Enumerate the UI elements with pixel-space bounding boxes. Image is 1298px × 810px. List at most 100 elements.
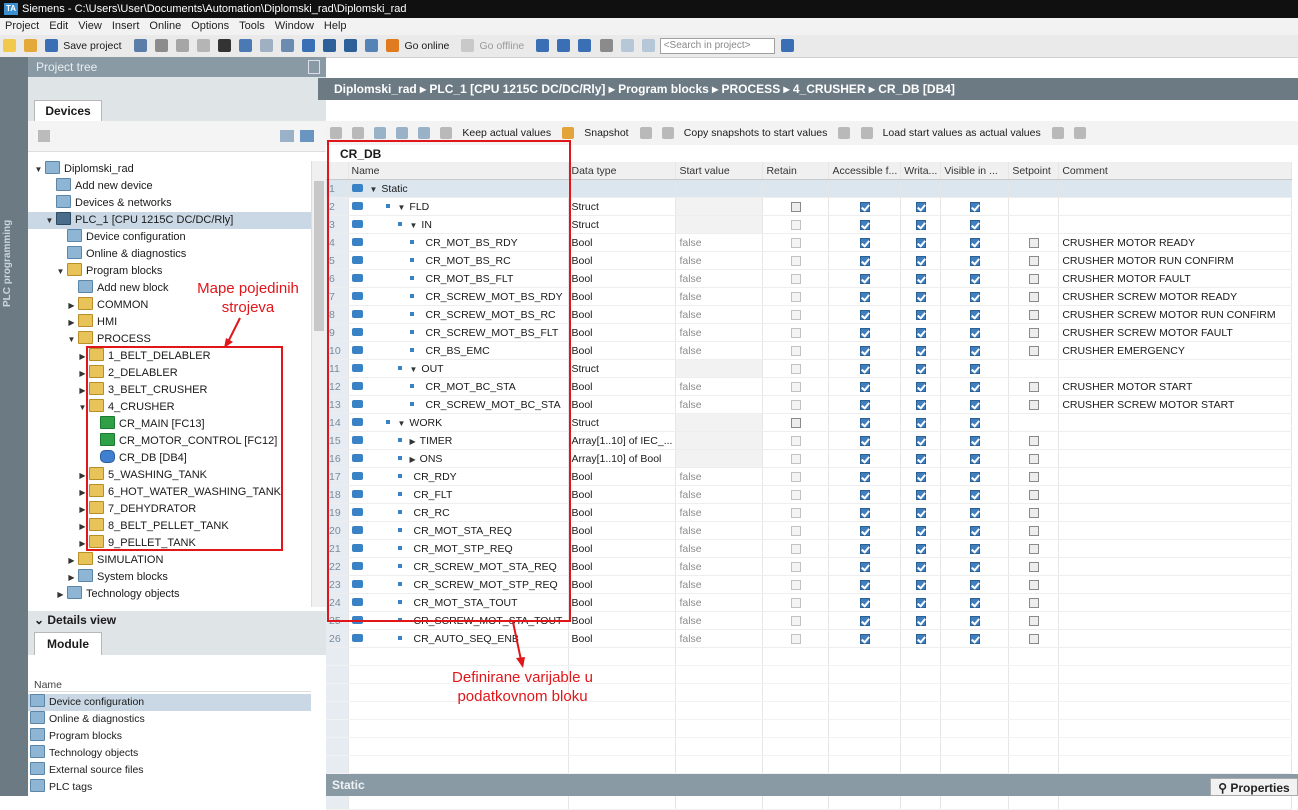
start-value-cell[interactable] bbox=[675, 413, 764, 432]
variable-name-cell[interactable]: CR_MOT_BS_RDY bbox=[348, 233, 569, 252]
comment-cell[interactable]: CRUSHER MOTOR FAULT bbox=[1058, 269, 1293, 288]
variable-name-cell[interactable]: CR_MOT_STP_REQ bbox=[348, 539, 569, 558]
retain-checkbox[interactable] bbox=[790, 435, 801, 446]
collapse-all-icon[interactable] bbox=[396, 127, 409, 139]
split-vertical-icon[interactable] bbox=[641, 39, 655, 52]
column-header-writa[interactable]: Writa... bbox=[900, 162, 942, 180]
start-value-cell[interactable]: false bbox=[675, 377, 764, 396]
data-type-cell[interactable]: Bool bbox=[568, 377, 677, 396]
visible-checkbox[interactable] bbox=[969, 255, 980, 266]
project-tree-scrollbar[interactable] bbox=[311, 161, 327, 607]
retain-checkbox[interactable] bbox=[790, 579, 801, 590]
comment-cell[interactable]: CRUSHER SCREW MOTOR START bbox=[1058, 395, 1293, 414]
tree-item[interactable]: ▶ SIMULATION bbox=[28, 552, 311, 569]
data-type-cell[interactable]: Bool bbox=[568, 467, 677, 486]
writable-checkbox[interactable] bbox=[915, 615, 926, 626]
retain-checkbox[interactable] bbox=[790, 633, 801, 644]
setpoint-checkbox[interactable] bbox=[1028, 525, 1039, 536]
accessible-checkbox[interactable] bbox=[859, 255, 870, 266]
accessible-checkbox[interactable] bbox=[859, 219, 870, 230]
menu-item-project[interactable]: Project bbox=[5, 20, 39, 32]
copy-snapshots-button[interactable]: Copy snapshots to start values bbox=[684, 127, 828, 139]
refresh-tree-icon[interactable] bbox=[300, 130, 314, 142]
variable-name-cell[interactable]: ▶ ONS bbox=[348, 449, 569, 468]
accessible-checkbox[interactable] bbox=[859, 345, 870, 356]
setpoint-checkbox[interactable] bbox=[1028, 345, 1039, 356]
accessible-checkbox[interactable] bbox=[859, 201, 870, 212]
undo-icon[interactable] bbox=[238, 39, 252, 52]
writable-checkbox[interactable] bbox=[915, 525, 926, 536]
overview-icon[interactable] bbox=[38, 130, 50, 142]
variable-name-cell[interactable]: ▼ FLD bbox=[348, 197, 569, 216]
comment-cell[interactable] bbox=[1058, 431, 1293, 450]
table-row[interactable]: 13 CR_SCREW_MOT_BC_STA Bool false CRUSHER SC… bbox=[326, 395, 1293, 414]
data-type-cell[interactable]: Bool bbox=[568, 611, 677, 630]
writable-checkbox[interactable] bbox=[915, 363, 926, 374]
setpoint-checkbox[interactable] bbox=[1028, 381, 1039, 392]
tree-item[interactable]: Add new device bbox=[28, 178, 311, 195]
comment-cell[interactable] bbox=[1058, 557, 1293, 576]
expanded-arrow-icon[interactable]: ▼ bbox=[56, 263, 65, 280]
split-horizontal-icon[interactable] bbox=[620, 39, 634, 52]
variable-name-cell[interactable]: ▼ WORK bbox=[348, 413, 569, 432]
data-type-cell[interactable]: Bool bbox=[568, 323, 677, 342]
table-row[interactable]: 3 ▼ IN Struct bbox=[326, 215, 1293, 234]
visible-checkbox[interactable] bbox=[969, 489, 980, 500]
tree-item[interactable]: ▶ 6_HOT_WATER_WASHING_TANK bbox=[28, 484, 311, 501]
writable-checkbox[interactable] bbox=[915, 399, 926, 410]
data-type-cell[interactable]: Struct bbox=[568, 359, 677, 378]
writable-checkbox[interactable] bbox=[915, 201, 926, 212]
visible-checkbox[interactable] bbox=[969, 201, 980, 212]
comment-cell[interactable] bbox=[1058, 179, 1293, 198]
menu-item-tools[interactable]: Tools bbox=[239, 20, 265, 32]
writable-checkbox[interactable] bbox=[915, 561, 926, 572]
retain-checkbox[interactable] bbox=[790, 471, 801, 482]
search-in-project-input[interactable]: <Search in project> bbox=[659, 38, 775, 54]
table-row[interactable]: 8 CR_SCREW_MOT_BS_RC Bool false CRUSHER SCRE… bbox=[326, 305, 1293, 324]
accessible-checkbox[interactable] bbox=[859, 417, 870, 428]
comment-cell[interactable] bbox=[1058, 413, 1293, 432]
visible-checkbox[interactable] bbox=[969, 597, 980, 608]
upload-icon[interactable] bbox=[344, 39, 358, 52]
visible-checkbox[interactable] bbox=[969, 615, 980, 626]
setpoint-checkbox[interactable] bbox=[1028, 471, 1039, 482]
comment-cell[interactable]: CRUSHER SCREW MOTOR RUN CONFIRM bbox=[1058, 305, 1293, 324]
visible-checkbox[interactable] bbox=[969, 453, 980, 464]
accessible-devices-icon[interactable] bbox=[536, 39, 550, 52]
tree-item[interactable]: ▶ 9_PELLET_TANK bbox=[28, 535, 311, 552]
visible-checkbox[interactable] bbox=[969, 417, 980, 428]
details-list-item[interactable]: Program blocks bbox=[28, 728, 311, 745]
table-row[interactable]: 22 CR_SCREW_MOT_STA_REQ Bool false bbox=[326, 557, 1293, 576]
writable-checkbox[interactable] bbox=[915, 291, 926, 302]
variable-name-cell[interactable]: ▼ Static bbox=[348, 179, 569, 198]
visible-checkbox[interactable] bbox=[969, 633, 980, 644]
tree-item[interactable]: Devices & networks bbox=[28, 195, 311, 212]
variable-name-cell[interactable]: CR_RDY bbox=[348, 467, 569, 486]
writable-checkbox[interactable] bbox=[915, 237, 926, 248]
table-row[interactable]: 14 ▼ WORK Struct bbox=[326, 413, 1293, 432]
collapsed-arrow-icon[interactable]: ▶ bbox=[410, 437, 416, 446]
tree-item[interactable]: CR_DB [DB4] bbox=[28, 450, 311, 467]
setpoint-checkbox[interactable] bbox=[1028, 435, 1039, 446]
writable-checkbox[interactable] bbox=[915, 471, 926, 482]
new-project-icon[interactable] bbox=[3, 39, 16, 52]
simulation-icon[interactable] bbox=[365, 39, 379, 52]
comment-cell[interactable]: CRUSHER MOTOR RUN CONFIRM bbox=[1058, 251, 1293, 270]
writable-checkbox[interactable] bbox=[915, 579, 926, 590]
data-type-cell[interactable]: Bool bbox=[568, 557, 677, 576]
data-type-cell[interactable]: Bool bbox=[568, 593, 677, 612]
data-type-cell[interactable]: Bool bbox=[568, 503, 677, 522]
setpoint-checkbox[interactable] bbox=[1028, 579, 1039, 590]
variable-name-cell[interactable]: ▶ TIMER bbox=[348, 431, 569, 450]
visible-checkbox[interactable] bbox=[969, 435, 980, 446]
setpoint-checkbox[interactable] bbox=[1028, 507, 1039, 518]
writable-checkbox[interactable] bbox=[915, 327, 926, 338]
accessible-checkbox[interactable] bbox=[859, 363, 870, 374]
collapsed-arrow-icon[interactable]: ▶ bbox=[410, 455, 416, 464]
data-type-cell[interactable]: Bool bbox=[568, 521, 677, 540]
accessible-checkbox[interactable] bbox=[859, 525, 870, 536]
table-row[interactable]: 16 ▶ ONS Array[1..10] of Bool bbox=[326, 449, 1293, 468]
setpoint-checkbox[interactable] bbox=[1028, 291, 1039, 302]
collapsed-arrow-icon[interactable]: ▶ bbox=[67, 569, 76, 586]
visible-checkbox[interactable] bbox=[969, 543, 980, 554]
